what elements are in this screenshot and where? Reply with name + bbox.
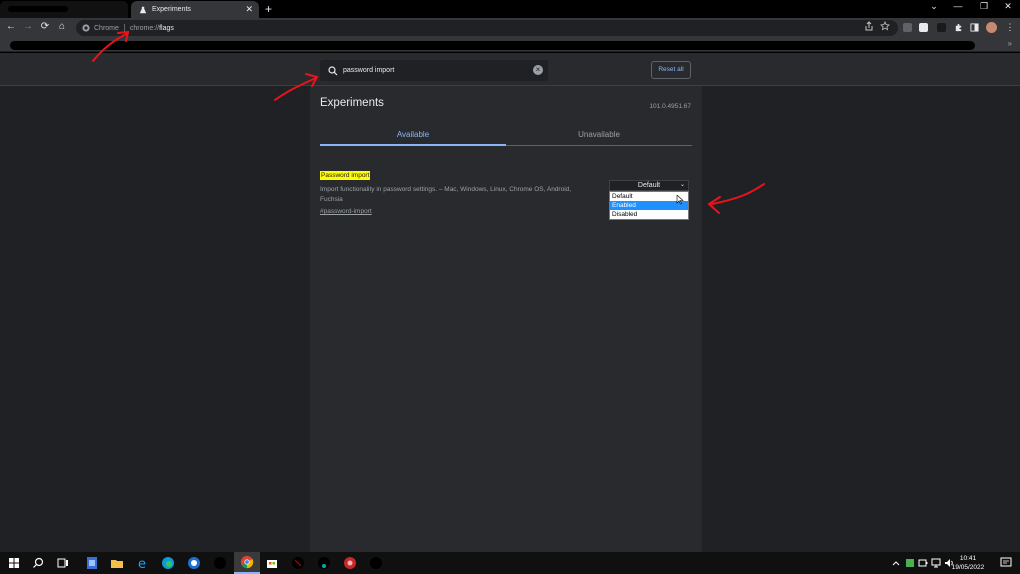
microsoft-store-icon[interactable] [264, 555, 280, 571]
omnibox-divider [123, 23, 125, 33]
search-icon[interactable] [30, 555, 46, 571]
extension-icon[interactable] [903, 23, 912, 32]
minimize-button[interactable]: — [948, 1, 968, 11]
url-path: flags [159, 24, 174, 32]
tab-strip: Experiments ✕ + ⌄ — ❐ ✕ [0, 0, 1020, 18]
extension-icon[interactable] [937, 23, 946, 32]
clock-time: 10:41 [959, 555, 977, 562]
tab-experiments[interactable]: Experiments ✕ [131, 1, 259, 18]
reset-all-button[interactable]: Reset all [651, 61, 691, 79]
forward-button[interactable]: → [21, 20, 35, 34]
app-icon[interactable] [84, 555, 100, 571]
puzzle-extensions-icon[interactable] [954, 23, 963, 32]
bookmarks-bar: » [0, 38, 1020, 52]
browser-toolbar: ← → ⟳ ⌂ Chrome chrome://flags ⋮ [0, 18, 1020, 38]
home-button[interactable]: ⌂ [55, 20, 69, 34]
chrome-logo-icon [82, 24, 90, 32]
side-panel-icon[interactable] [970, 23, 979, 32]
profile-avatar[interactable] [986, 22, 997, 33]
flag-name: Password import [320, 171, 371, 180]
bookmarks-overflow-button[interactable]: » [1008, 39, 1012, 48]
experiments-flask-icon [139, 6, 147, 13]
file-explorer-icon[interactable] [109, 555, 125, 571]
flag-state-select[interactable]: Default ⌄ [609, 180, 689, 191]
close-window-button[interactable]: ✕ [998, 1, 1018, 12]
new-tab-button[interactable]: + [265, 2, 272, 16]
tab-title: Experiments [152, 6, 191, 13]
option-disabled[interactable]: Disabled [610, 210, 688, 219]
select-value: Default [637, 182, 661, 189]
app-icon[interactable] [368, 555, 384, 571]
chrome-page-chip[interactable]: Chrome [82, 24, 119, 32]
internet-explorer-icon[interactable]: e [135, 555, 151, 571]
app-icon[interactable] [186, 555, 202, 571]
url-scheme: chrome:// [129, 24, 160, 32]
tray-app-icon[interactable] [904, 555, 916, 571]
redaction-scribble [10, 41, 975, 50]
tab-search-dropdown-icon[interactable]: ⌄ [924, 1, 944, 12]
flags-header: password import × Reset all [0, 53, 1020, 86]
back-button[interactable]: ← [4, 20, 18, 34]
chevron-down-icon: ⌄ [679, 182, 685, 188]
windows-taskbar: e 10:41 19/05/2022 [0, 552, 1020, 574]
notification-center-icon[interactable] [1000, 557, 1012, 569]
mouse-cursor-icon [676, 195, 684, 205]
experiments-tabs: Available Unavailable [320, 124, 692, 146]
flags-page: password import × Reset all Experiments … [0, 53, 1020, 552]
extension-icon[interactable] [919, 23, 928, 32]
share-icon[interactable] [864, 21, 874, 31]
windows-start-icon[interactable] [6, 555, 22, 571]
app-icon[interactable] [290, 555, 306, 571]
app-icon[interactable] [316, 555, 332, 571]
chrome-taskbar-button[interactable] [234, 552, 260, 574]
chrome-logo-icon [240, 555, 254, 569]
flag-description: Import functionality in password setting… [320, 186, 572, 203]
tab-unavailable[interactable]: Unavailable [506, 124, 692, 146]
address-bar[interactable]: Chrome chrome://flags [76, 20, 898, 36]
tab-close-icon[interactable]: ✕ [245, 4, 253, 15]
task-view-icon[interactable] [55, 555, 71, 571]
tab-redacted[interactable] [0, 1, 128, 18]
clear-search-icon[interactable]: × [533, 65, 543, 75]
redaction-scribble [8, 6, 68, 12]
menu-kebab-icon[interactable]: ⋮ [1003, 20, 1017, 34]
search-query: password import [343, 67, 395, 74]
app-icon[interactable] [342, 555, 358, 571]
edge-icon[interactable] [160, 555, 176, 571]
tab-available[interactable]: Available [320, 124, 506, 146]
bookmark-star-icon[interactable] [880, 21, 890, 31]
tray-overflow-chevron-icon[interactable] [891, 555, 901, 571]
restore-button[interactable]: ❐ [974, 1, 994, 12]
version-label: 101.0.4951.67 [649, 103, 691, 110]
flags-search-input[interactable]: password import × [320, 60, 548, 81]
network-icon[interactable] [930, 555, 942, 571]
svg-text:e: e [138, 557, 146, 571]
search-icon [328, 65, 338, 75]
app-icon[interactable] [212, 555, 228, 571]
system-clock[interactable]: 10:41 19/05/2022 [948, 554, 988, 572]
reload-button[interactable]: ⟳ [38, 20, 52, 34]
chip-label: Chrome [94, 24, 119, 32]
experiments-panel: Experiments 101.0.4951.67 Available Unav… [310, 86, 702, 552]
clock-date: 19/05/2022 [951, 564, 985, 571]
page-title: Experiments [320, 97, 384, 109]
battery-icon[interactable] [917, 555, 929, 571]
screenshot-root: Experiments ✕ + ⌄ — ❐ ✕ ← → ⟳ ⌂ Chrome c… [0, 0, 1020, 574]
